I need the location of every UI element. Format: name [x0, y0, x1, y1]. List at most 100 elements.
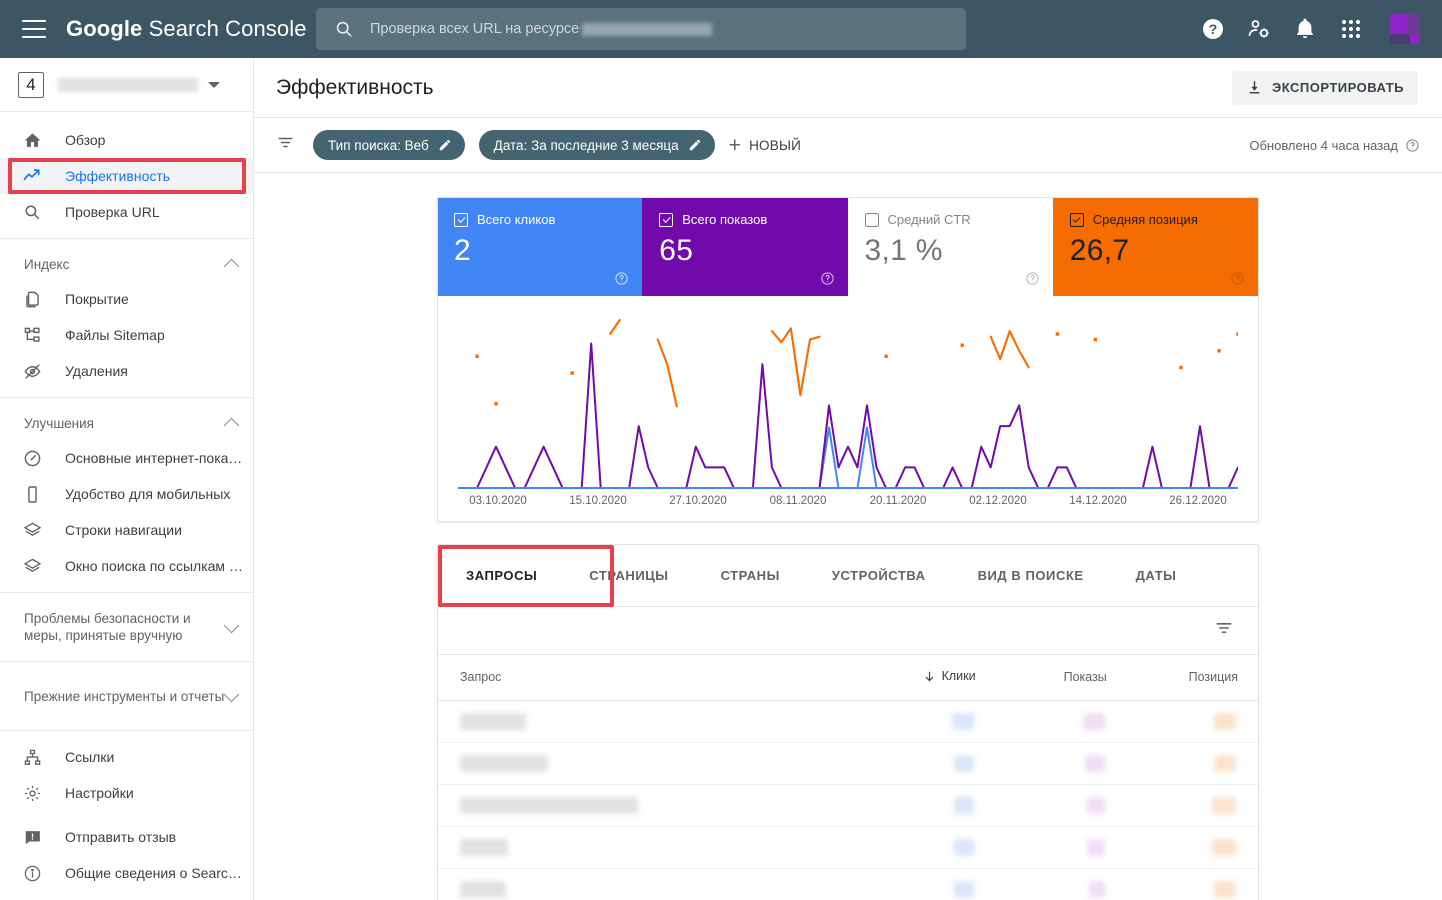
chart-x-axis: 03.10.2020 15.10.2020 27.10.2020 08.11.2…: [458, 495, 1238, 507]
metric-checkbox[interactable]: [659, 212, 674, 227]
sidebar-item-settings[interactable]: Настройки: [0, 775, 253, 811]
section-header-index[interactable]: Индекс: [0, 247, 253, 281]
filter-icon[interactable]: [276, 133, 295, 157]
sidebar-item-sitemaps[interactable]: Файлы Sitemap: [0, 317, 253, 353]
redacted-query-text: [460, 796, 638, 814]
help-circle-icon[interactable]: [614, 271, 629, 286]
chevron-up-icon: [223, 258, 240, 274]
url-inspection-search-bar[interactable]: Проверка всех URL на ресурсе: [316, 8, 966, 50]
brand-google: Google: [66, 16, 143, 41]
sidebar-item-overview[interactable]: Обзор: [0, 122, 253, 158]
sidebar-item-sitelinks-searchbox[interactable]: Окно поиска по ссылкам сайта: [0, 548, 253, 584]
help-circle-icon[interactable]: [820, 271, 835, 286]
x-tick-label: 27.10.2020: [669, 495, 727, 507]
sidebar-item-mobile-usability[interactable]: Удобство для мобильных: [0, 476, 253, 512]
help-circle-icon[interactable]: [1405, 138, 1420, 153]
tab-label: ДАТЫ: [1135, 568, 1177, 583]
apps-grid-icon[interactable]: [1338, 16, 1364, 42]
property-selector[interactable]: 4: [0, 58, 253, 112]
metric-label: Всего кликов: [477, 212, 556, 227]
x-tick-label: 14.12.2020: [1069, 495, 1127, 507]
section-header-security-manual-actions[interactable]: Проблемы безопасности и меры, принятые в…: [0, 601, 253, 653]
tab-queries[interactable]: ЗАПРОСЫ: [440, 545, 563, 606]
redacted-impressions-value: [1082, 712, 1105, 730]
metric-checkbox[interactable]: [454, 212, 468, 227]
filter-chip-search-type[interactable]: Тип поиска: Веб: [313, 130, 465, 160]
help-icon[interactable]: ?: [1200, 16, 1226, 42]
metric-cards: Всего кликов 2 Всего показов 65 Средний …: [438, 198, 1258, 296]
tab-dates[interactable]: ДАТЫ: [1110, 545, 1203, 606]
sidebar-item-breadcrumbs[interactable]: Строки навигации: [0, 512, 253, 548]
sidebar-item-label: Настройки: [65, 785, 134, 801]
help-circle-icon[interactable]: [1025, 271, 1040, 286]
sidebar-item-links[interactable]: Ссылки: [0, 739, 253, 775]
sidebar-item-performance[interactable]: Эффективность: [0, 158, 253, 194]
divider: [0, 397, 253, 398]
property-badge: 4: [18, 71, 44, 98]
notifications-bell-icon[interactable]: [1292, 16, 1318, 42]
account-settings-icon[interactable]: [1246, 16, 1272, 42]
tab-countries[interactable]: СТРАНЫ: [695, 545, 806, 606]
table-row[interactable]: [438, 742, 1258, 785]
feedback-icon: [20, 825, 44, 849]
cell-query[interactable]: [438, 826, 849, 869]
metric-card-total-clicks[interactable]: Всего кликов 2: [438, 198, 643, 296]
sidebar-item-url-inspection[interactable]: Проверка URL: [0, 194, 253, 230]
column-header-query[interactable]: Запрос: [438, 655, 849, 701]
tab-devices[interactable]: УСТРОЙСТВА: [806, 545, 952, 606]
cell-query[interactable]: [438, 742, 849, 785]
add-new-filter-button[interactable]: + НОВЫЙ: [729, 135, 801, 156]
search-placeholder-text: Проверка всех URL на ресурсе: [370, 21, 580, 37]
sidebar-item-core-web-vitals[interactable]: Основные интернет-показате…: [0, 440, 253, 476]
filter-chip-date[interactable]: Дата: За последние 3 месяца: [478, 130, 715, 160]
export-button[interactable]: ЭКСПОРТИРОВАТЬ: [1231, 70, 1418, 105]
divider: [0, 238, 253, 239]
layers-icon: [20, 518, 44, 542]
hamburger-menu-icon[interactable]: [22, 20, 46, 38]
column-header-clicks[interactable]: Клики: [848, 655, 996, 701]
table-filter-icon[interactable]: [1214, 618, 1234, 643]
sidebar-item-removals[interactable]: Удаления: [0, 353, 253, 389]
sidebar: 4 Обзор Эффективность Проверка URL Индек…: [0, 58, 254, 900]
help-circle-icon[interactable]: [1230, 271, 1245, 286]
metric-card-total-impressions[interactable]: Всего показов 65: [642, 198, 848, 296]
cell-position: [1126, 742, 1258, 785]
metric-card-average-ctr[interactable]: Средний CTR 3,1 %: [847, 198, 1053, 296]
divider: [0, 592, 253, 593]
section-header-enhancements[interactable]: Улучшения: [0, 406, 253, 440]
metric-value: 65: [659, 234, 694, 267]
cell-position: [1126, 868, 1258, 900]
sidebar-item-label: Файлы Sitemap: [65, 327, 165, 343]
sidebar-item-about-search-console[interactable]: Общие сведения о Search Co…: [0, 855, 253, 891]
tab-label: ВИД В ПОИСКЕ: [977, 568, 1084, 583]
table-row[interactable]: [438, 868, 1258, 900]
table-row[interactable]: [438, 700, 1258, 743]
main-content: Эффективность ЭКСПОРТИРОВАТЬ Тип поиска:…: [254, 58, 1442, 900]
cell-query[interactable]: [438, 700, 849, 743]
chevron-down-icon: [223, 686, 240, 702]
tab-search-appearance[interactable]: ВИД В ПОИСКЕ: [952, 545, 1110, 606]
metric-checkbox[interactable]: [864, 212, 879, 227]
cell-query[interactable]: [438, 868, 849, 900]
column-header-label: Показы: [1063, 670, 1107, 685]
redacted-query-text: [460, 712, 526, 730]
column-header-position[interactable]: Позиция: [1126, 655, 1258, 701]
avatar[interactable]: [1390, 14, 1420, 44]
cell-query[interactable]: [438, 784, 849, 827]
table-row[interactable]: [438, 826, 1258, 869]
redacted-impressions-value: [1088, 880, 1105, 898]
sidebar-item-label: Ссылки: [65, 749, 115, 765]
table-row[interactable]: [438, 784, 1258, 827]
sidebar-item-send-feedback[interactable]: Отправить отзыв: [0, 819, 253, 855]
section-header-legacy-tools[interactable]: Прежние инструменты и отчеты: [0, 670, 253, 722]
metric-label: Всего показов: [682, 212, 768, 227]
column-header-impressions[interactable]: Показы: [995, 655, 1127, 701]
redacted-clicks-value: [953, 754, 974, 772]
chevron-down-icon[interactable]: [208, 81, 220, 88]
metric-checkbox[interactable]: [1069, 212, 1084, 227]
divider: [0, 661, 253, 662]
column-header-label: Запрос: [460, 670, 502, 685]
sidebar-item-coverage[interactable]: Покрытие: [0, 281, 253, 317]
tab-pages[interactable]: СТРАНИЦЫ: [563, 545, 694, 606]
metric-card-average-position[interactable]: Средняя позиция 26,7: [1052, 198, 1258, 296]
